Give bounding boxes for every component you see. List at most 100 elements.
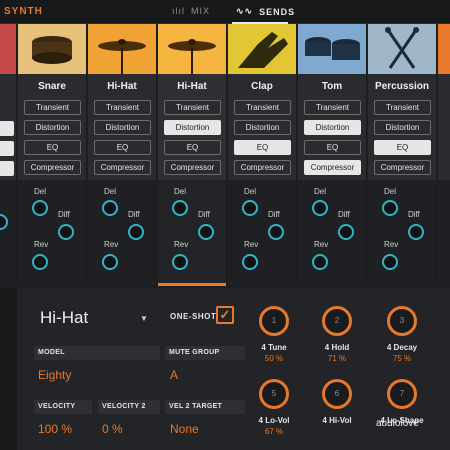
transient-button[interactable]: Transient [374, 100, 431, 115]
channel-strip-hihat[interactable]: Hi-Hat Transient Distortion EQ Compresso… [88, 24, 157, 286]
macro-name: 4 Hi-Vol [322, 416, 352, 425]
diff-knob[interactable] [198, 224, 214, 240]
channel-strip-tom[interactable]: Tom Transient Distortion EQ Compressor D… [298, 24, 367, 286]
del-label: Del [314, 187, 327, 196]
del-knob[interactable] [172, 200, 188, 216]
channel-strip-clap[interactable]: Clap Transient Distortion EQ Compressor … [228, 24, 297, 286]
diff-label: Diff [128, 210, 140, 219]
distortion-button[interactable]: Distortion [374, 120, 431, 135]
velocity-value[interactable]: 100 % [38, 422, 72, 436]
partial-fx [0, 180, 16, 286]
rev-label: Rev [244, 240, 259, 249]
macro-knob-lo-shape[interactable]: 7 [387, 379, 417, 409]
caret-down-icon[interactable]: ▼ [140, 314, 148, 323]
one-shot-checkbox[interactable]: ✓ [216, 306, 234, 324]
vel2-target-value[interactable]: None [170, 422, 199, 436]
rev-knob[interactable] [32, 254, 48, 270]
panel-sidebar [0, 288, 17, 450]
transient-button[interactable]: Transient [94, 100, 151, 115]
mute-group-value[interactable]: A [170, 368, 178, 382]
del-knob[interactable] [102, 200, 118, 216]
tab-mix-label: MIX [191, 6, 211, 16]
eq-button[interactable]: EQ [94, 140, 151, 155]
velocity-label: VELOCITY [34, 400, 92, 414]
diff-knob[interactable] [338, 224, 354, 240]
send-fx: Del Diff Rev [18, 180, 86, 286]
diff-knob[interactable] [128, 224, 144, 240]
partial-button[interactable] [0, 161, 14, 176]
send-fx: Del Diff Rev [228, 180, 296, 286]
del-label: Del [104, 187, 117, 196]
compressor-button[interactable]: Compressor [234, 160, 291, 175]
drumsticks-icon [368, 24, 436, 74]
rev-knob[interactable] [242, 254, 258, 270]
macro-knob-hi-vol[interactable]: 6 [322, 379, 352, 409]
velocity2-value[interactable]: 0 % [102, 422, 123, 436]
distortion-button[interactable]: Distortion [94, 120, 151, 135]
rev-knob[interactable] [102, 254, 118, 270]
rev-knob[interactable] [312, 254, 328, 270]
transient-button[interactable]: Transient [164, 100, 221, 115]
eq-button[interactable]: EQ [374, 140, 431, 155]
compressor-button[interactable]: Compressor [24, 160, 81, 175]
send-fx: Del Diff Rev [88, 180, 156, 286]
diff-label: Diff [58, 210, 70, 219]
channel-name: Tom [321, 81, 343, 92]
channel-strip-snare[interactable]: Snare Transient Distortion EQ Compressor… [18, 24, 87, 286]
macro-name: 4 Decay [386, 343, 418, 352]
diff-knob[interactable] [58, 224, 74, 240]
macro-number: 7 [399, 389, 405, 398]
rev-knob[interactable] [172, 254, 188, 270]
mixer-bars-icon: ılıl [172, 6, 185, 16]
del-knob[interactable] [32, 200, 48, 216]
transient-button[interactable]: Transient [234, 100, 291, 115]
diff-knob[interactable] [408, 224, 424, 240]
macro-knob-decay[interactable]: 3 [387, 306, 417, 336]
compressor-button[interactable]: Compressor [304, 160, 361, 175]
rev-label: Rev [34, 240, 49, 249]
rev-knob[interactable] [382, 254, 398, 270]
model-value[interactable]: Eighty [38, 368, 71, 382]
del-knob[interactable] [242, 200, 258, 216]
channel-name: Hi-Hat [107, 81, 137, 92]
compressor-button[interactable]: Compressor [164, 160, 221, 175]
eq-button[interactable]: EQ [234, 140, 291, 155]
selected-indicator [158, 283, 226, 286]
macro-name: 4 Hold [324, 343, 350, 352]
distortion-button[interactable]: Distortion [234, 120, 291, 135]
channel-strip-partial-right[interactable] [438, 24, 450, 286]
channel-strip-percussion[interactable]: Percussion Transient Distortion EQ Compr… [368, 24, 437, 286]
macro-knob-hold[interactable]: 2 [322, 306, 352, 336]
channel-strip-partial[interactable] [0, 24, 17, 286]
rev-label: Rev [314, 240, 329, 249]
compressor-button[interactable]: Compressor [94, 160, 151, 175]
del-knob[interactable] [382, 200, 398, 216]
distortion-button[interactable]: Distortion [164, 120, 221, 135]
clap-hand-icon [228, 24, 296, 74]
partial-button[interactable] [0, 121, 14, 136]
transient-button[interactable]: Transient [24, 100, 81, 115]
model-label: MODEL [34, 346, 160, 360]
distortion-button[interactable]: Distortion [24, 120, 81, 135]
tab-sends[interactable]: ∿∿ SENDS [236, 6, 295, 17]
macro-value: 71 % [327, 354, 347, 363]
eq-button[interactable]: EQ [164, 140, 221, 155]
diff-knob[interactable] [268, 224, 284, 240]
transient-button[interactable]: Transient [304, 100, 361, 115]
partial-button[interactable] [0, 141, 14, 156]
eq-button[interactable]: EQ [304, 140, 361, 155]
channel-name: Percussion [375, 81, 429, 92]
vel2-target-label: VEL 2 TARGET [165, 400, 245, 414]
hihat-cymbal-icon [88, 24, 156, 74]
diff-label: Diff [338, 210, 350, 219]
tab-mix[interactable]: ılıl MIX [172, 6, 210, 16]
channel-strip-hihat-selected[interactable]: Hi-Hat Transient Distortion EQ Compresso… [158, 24, 227, 286]
instrument-select[interactable]: Hi-Hat [40, 308, 88, 328]
del-knob[interactable] [312, 200, 328, 216]
macro-knob-lo-vol[interactable]: 5 [259, 379, 289, 409]
macro-number: 5 [271, 389, 277, 398]
compressor-button[interactable]: Compressor [374, 160, 431, 175]
eq-button[interactable]: EQ [24, 140, 81, 155]
macro-knob-tune[interactable]: 1 [259, 306, 289, 336]
distortion-button[interactable]: Distortion [304, 120, 361, 135]
